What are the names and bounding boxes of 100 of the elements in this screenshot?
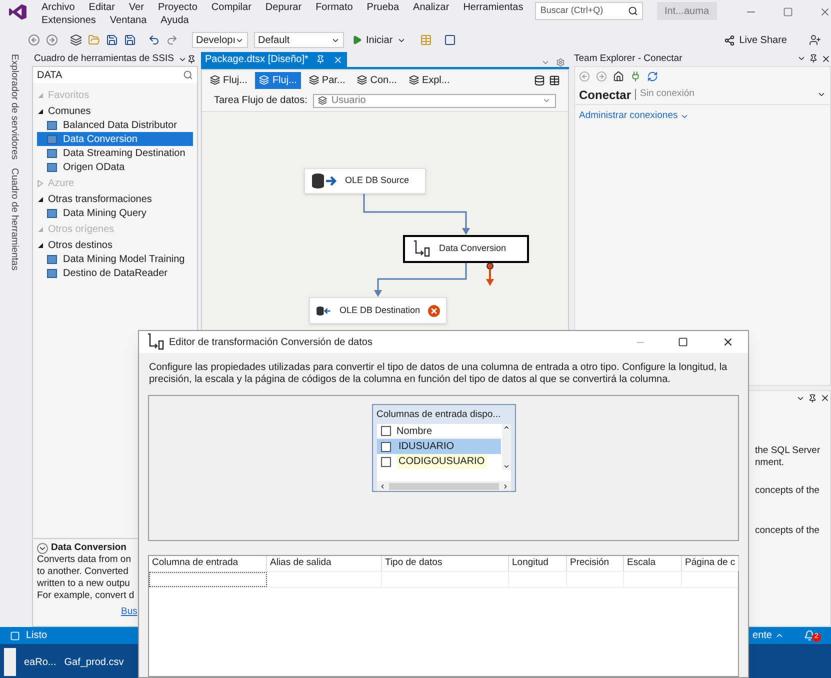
close-icon[interactable] xyxy=(821,54,831,64)
toolbox-item[interactable]: Data Streaming Destination xyxy=(37,146,193,160)
collapse-icon[interactable] xyxy=(37,542,48,554)
menu-item[interactable]: Proyecto xyxy=(158,1,198,14)
flow-node[interactable]: OLE DB Source xyxy=(304,168,426,194)
info-title: Data Conversion xyxy=(51,542,126,554)
menu-item[interactable]: Analizar xyxy=(413,1,450,14)
maximize-icon[interactable] xyxy=(678,337,688,347)
grid-column-header[interactable]: Alias de salida xyxy=(267,556,382,571)
redo-icon[interactable] xyxy=(166,34,178,46)
menu-item[interactable]: Prueba xyxy=(366,1,400,14)
panel-title: Cuadro de herramientas de SSIS xyxy=(34,52,174,66)
toolbox-item[interactable]: Balanced Data Distributor xyxy=(37,118,193,132)
search-field[interactable]: Buscar (Ctrl+Q) xyxy=(535,2,643,20)
configuration-dropdown[interactable]: Developı xyxy=(192,32,248,48)
platform-dropdown[interactable]: Default xyxy=(254,32,344,48)
view-tab[interactable]: Fluj... xyxy=(255,72,301,88)
connector-arrow[interactable] xyxy=(374,263,467,297)
menu-item[interactable]: Depurar xyxy=(265,1,302,14)
live-share-button[interactable]: Live Share xyxy=(724,32,787,48)
expanded-arrow-icon[interactable] xyxy=(37,242,44,248)
conversion-icon xyxy=(145,333,165,351)
view-tab[interactable]: Expl... xyxy=(404,72,454,88)
row-checkbox[interactable] xyxy=(380,442,390,452)
grid-column-header[interactable]: Tipo de datos xyxy=(382,556,509,571)
toolbox-group[interactable]: Otros destinos xyxy=(37,238,193,252)
taskbar-item[interactable]: Gaf_prod.csv xyxy=(64,654,124,670)
close-icon[interactable] xyxy=(722,336,734,348)
view-tab[interactable]: Fluj... xyxy=(206,72,252,88)
back-icon[interactable] xyxy=(28,34,40,46)
close-icon[interactable] xyxy=(820,393,830,403)
scroll-left-icon[interactable] xyxy=(378,482,386,490)
forward-icon[interactable] xyxy=(46,34,58,46)
grid-column-header[interactable]: Precisión xyxy=(567,556,624,571)
taskbar-item[interactable]: eaRo... xyxy=(24,654,56,670)
toolbar-db-icon[interactable] xyxy=(534,74,545,86)
connector-arrow[interactable] xyxy=(363,194,470,235)
menu-item[interactable]: Ayuda xyxy=(160,14,189,27)
header-checkbox[interactable] xyxy=(380,426,390,436)
info-text: to another. Converted xyxy=(37,566,128,578)
menu-item[interactable]: Archivo xyxy=(41,1,75,14)
dropdown-icon[interactable] xyxy=(797,54,806,63)
menu-item[interactable]: Ventana xyxy=(110,14,147,27)
menu-item[interactable]: Ver xyxy=(128,1,144,14)
refresh-icon[interactable] xyxy=(647,70,658,82)
plug-icon[interactable] xyxy=(630,70,641,82)
grid-column-header[interactable]: Columna de entrada xyxy=(149,556,267,571)
view-tab[interactable]: Par... xyxy=(304,72,350,88)
save-icon[interactable] xyxy=(106,34,118,46)
menu-item[interactable]: Editar xyxy=(88,1,115,14)
menu-item[interactable]: Compilar xyxy=(211,1,252,14)
row-checkbox[interactable] xyxy=(380,456,390,467)
scroll-up-icon[interactable] xyxy=(502,424,510,432)
toolbox-group[interactable]: Otras transformaciones xyxy=(37,192,193,206)
grid-column-header[interactable]: Página de c xyxy=(682,556,740,571)
pin-icon[interactable] xyxy=(187,54,196,64)
grid-cell[interactable] xyxy=(149,572,267,587)
pin-icon[interactable] xyxy=(809,54,818,63)
manage-connections-link[interactable]: Administrar conexiones xyxy=(575,109,693,124)
start-button[interactable]: Iniciar xyxy=(350,32,408,48)
menu-item[interactable]: Herramientas xyxy=(463,1,524,14)
pin-icon[interactable] xyxy=(808,394,817,402)
info-link[interactable]: Bus xyxy=(121,606,138,618)
component-icon xyxy=(47,208,57,218)
scroll-down-icon[interactable] xyxy=(502,463,510,470)
toolbox-item[interactable]: Data Mining Query xyxy=(37,206,193,220)
error-output-arrow[interactable] xyxy=(486,262,494,286)
flow-node[interactable]: Data Conversion xyxy=(403,235,529,263)
notification-icon[interactable] xyxy=(804,630,815,641)
toolbox-item[interactable]: Data Mining Model Training xyxy=(37,252,193,266)
toolbox-search-field[interactable]: DATA xyxy=(33,67,197,83)
side-tab[interactable]: Cuadro de herramientas xyxy=(6,168,22,270)
scroll-right-icon[interactable] xyxy=(502,482,508,490)
grid-column-header[interactable]: Longitud xyxy=(509,556,567,571)
toolbox-item[interactable]: Data Conversion xyxy=(37,132,193,146)
menu-item[interactable]: Formato xyxy=(316,1,353,14)
box-title: Columnas de entrada dispo... xyxy=(376,408,502,422)
toolbox-item[interactable]: Origen OData xyxy=(37,160,193,174)
column-row[interactable]: IDUSUARIO xyxy=(376,439,500,454)
grid-column-header[interactable]: Escala xyxy=(624,556,682,571)
menu-item[interactable]: Extensiones xyxy=(41,14,96,27)
horizontal-scrollbar[interactable] xyxy=(376,481,510,491)
side-tab[interactable]: Explorador de servidores xyxy=(6,54,22,160)
dropdown-icon[interactable] xyxy=(817,90,826,99)
status-item[interactable]: ente xyxy=(752,628,784,643)
settings-icon[interactable] xyxy=(556,58,565,67)
toolbar-table-icon[interactable] xyxy=(549,74,560,86)
panel-text: concepts of the xyxy=(755,485,820,497)
view-tab[interactable]: Con... xyxy=(353,72,401,88)
save-all-icon[interactable] xyxy=(124,34,136,46)
flow-node[interactable]: OLE DB Destination xyxy=(309,297,447,324)
toolbox-group[interactable]: Comunes xyxy=(37,104,193,118)
home-icon[interactable] xyxy=(613,70,624,82)
status-text: Listo xyxy=(26,629,48,643)
task-dropdown[interactable]: Usuario xyxy=(313,94,556,108)
expanded-arrow-icon[interactable] xyxy=(37,108,44,114)
undo-icon[interactable] xyxy=(148,34,160,46)
expanded-arrow-icon[interactable] xyxy=(37,196,44,202)
toolbox-item[interactable]: Destino de DataReader xyxy=(37,266,193,280)
vertical-scrollbar[interactable] xyxy=(502,424,510,470)
